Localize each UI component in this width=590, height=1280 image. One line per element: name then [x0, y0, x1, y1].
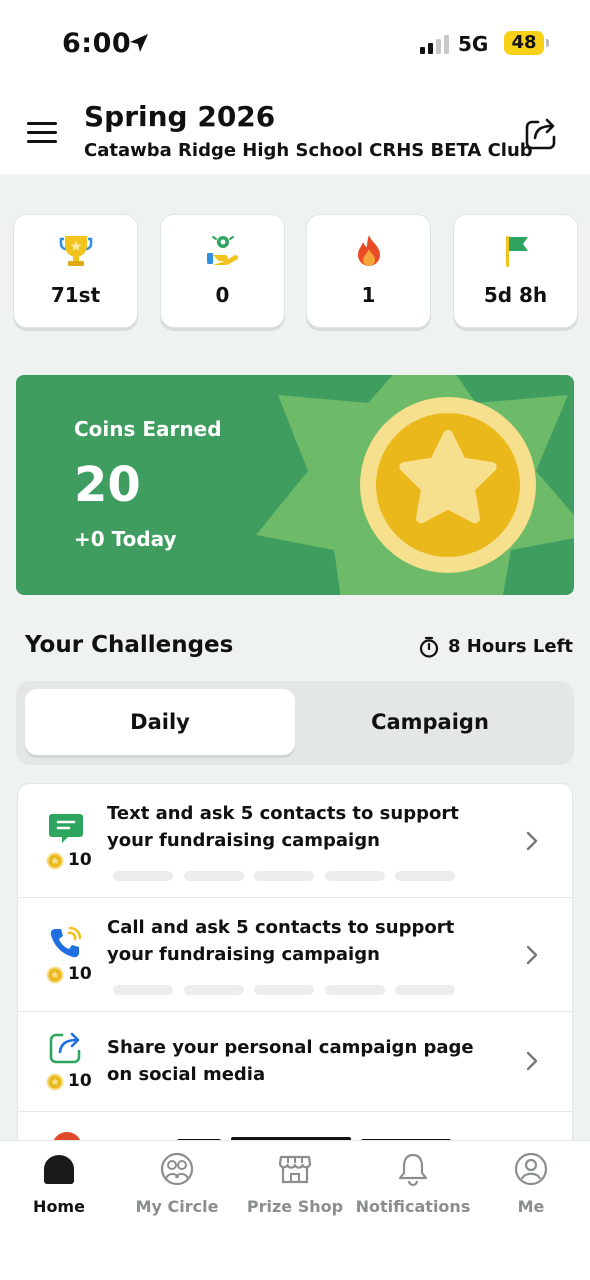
time-left: 8 Hours Left — [448, 636, 574, 657]
circle-people-icon — [160, 1152, 194, 1186]
timer-icon — [419, 636, 439, 658]
home-icon — [44, 1155, 74, 1184]
location-arrow-icon — [130, 34, 148, 52]
page-subtitle: Catawba Ridge High School CRHS BETA Club — [84, 140, 533, 161]
flame-icon — [358, 235, 380, 266]
status-time: 6:00 — [62, 28, 132, 59]
challenge-row-share[interactable]: 10 Share your personal campaign page on … — [18, 1012, 572, 1112]
chevron-right-icon — [526, 831, 538, 851]
stat-card-donations[interactable]: 0 — [160, 214, 285, 328]
stat-card-streak[interactable]: 1 — [306, 214, 431, 328]
tab-label: Notifications — [355, 1197, 471, 1216]
stats-row: 71st 0 1 5d 8h — [13, 214, 578, 330]
stat-value: 71st — [50, 283, 101, 307]
share-icon[interactable] — [522, 114, 560, 152]
challenge-tabs: Daily Campaign — [16, 681, 574, 765]
points-value: 10 — [68, 850, 92, 870]
phone-icon — [50, 926, 82, 958]
network-type: 5G — [458, 32, 489, 56]
person-icon — [514, 1152, 548, 1186]
tab-label: Me — [517, 1197, 545, 1216]
donation-hand-icon — [207, 236, 239, 265]
hamburger-icon[interactable] — [27, 122, 57, 144]
signal-icon — [420, 35, 449, 54]
tab-daily[interactable]: Daily — [25, 689, 295, 755]
shop-icon — [278, 1155, 312, 1184]
coins-earned-card: Coins Earned 20 +0 Today — [16, 375, 574, 595]
challenge-row-text[interactable]: 10 Text and ask 5 contacts to support yo… — [18, 784, 572, 898]
trophy-icon — [59, 236, 93, 266]
tab-label: Prize Shop — [246, 1197, 344, 1216]
coin-icon — [46, 1073, 64, 1091]
status-bar: 6:00 5G 48 — [0, 0, 590, 92]
section-title: Your Challenges — [25, 632, 234, 658]
points-value: 10 — [68, 1071, 92, 1091]
tab-label: Home — [33, 1197, 85, 1216]
tab-me[interactable]: Me — [472, 1141, 590, 1241]
stat-card-deadline[interactable]: 5d 8h — [453, 214, 578, 328]
coins-label: Coins Earned — [74, 417, 222, 441]
bottom-tab-bar: Home My Circle Prize Shop Notifications — [0, 1140, 590, 1280]
share-icon — [49, 1032, 81, 1064]
coins-today: +0 Today — [74, 527, 177, 551]
challenge-row-call[interactable]: 10 Call and ask 5 contacts to support yo… — [18, 898, 572, 1012]
challenge-list: 10 Text and ask 5 contacts to support yo… — [17, 783, 573, 1143]
bell-icon — [398, 1153, 428, 1187]
battery-indicator: 48 — [504, 31, 544, 55]
chat-icon — [49, 814, 83, 843]
challenge-text: Share your personal campaign page on soc… — [107, 1037, 474, 1085]
coin-icon — [46, 966, 64, 984]
coin-icon — [46, 852, 64, 870]
tab-my-circle[interactable]: My Circle — [118, 1141, 236, 1241]
tab-label: My Circle — [135, 1197, 219, 1216]
challenge-text: Call and ask 5 contacts to support your … — [107, 917, 455, 965]
points-value: 10 — [68, 964, 92, 984]
challenge-text: Text and ask 5 contacts to support your … — [107, 803, 459, 851]
chevron-right-icon — [526, 1051, 538, 1071]
app-header: Spring 2026 Catawba Ridge High School CR… — [0, 92, 590, 174]
tab-home[interactable]: Home — [0, 1141, 118, 1241]
flag-icon — [506, 236, 528, 267]
stat-card-rank[interactable]: 71st — [13, 214, 138, 328]
battery-tip — [546, 39, 549, 47]
stat-value: 0 — [215, 283, 230, 307]
tab-notifications[interactable]: Notifications — [354, 1141, 472, 1241]
stat-value: 5d 8h — [483, 283, 548, 307]
chevron-right-icon — [526, 945, 538, 965]
stat-value: 1 — [361, 283, 376, 307]
page-title: Spring 2026 — [84, 100, 276, 133]
tab-prize-shop[interactable]: Prize Shop — [236, 1141, 354, 1241]
tab-campaign[interactable]: Campaign — [295, 689, 565, 755]
coins-value: 20 — [74, 457, 141, 513]
